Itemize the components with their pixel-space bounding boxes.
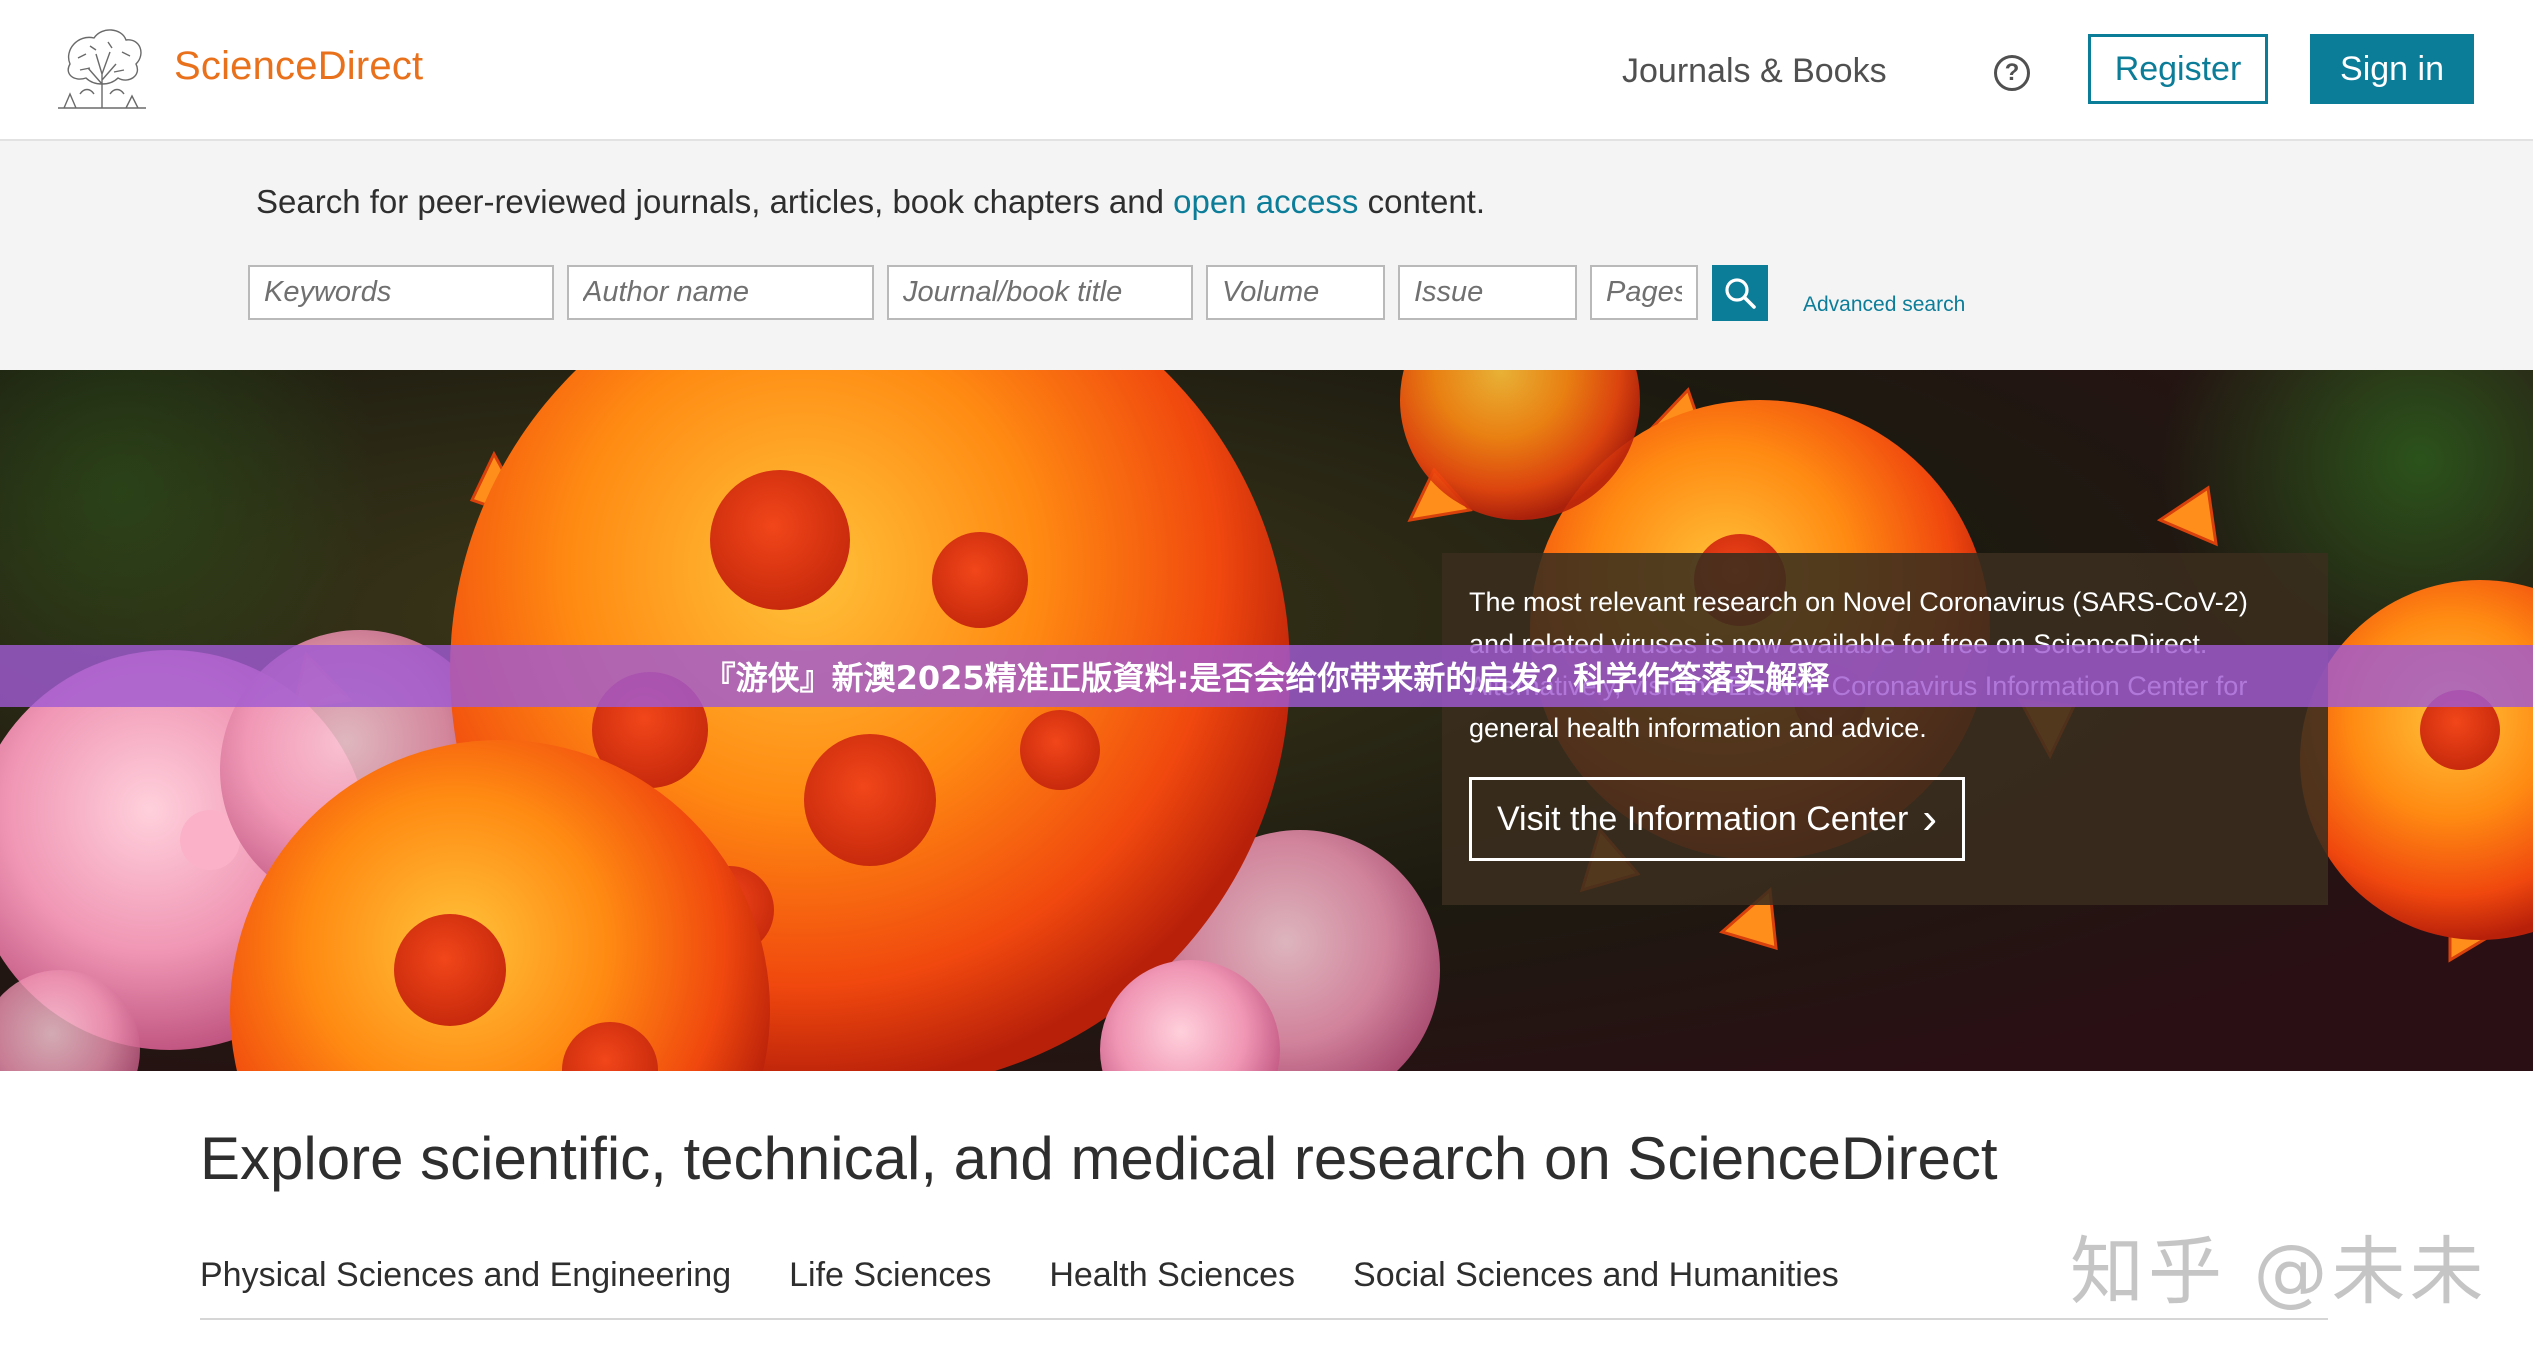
tab-life-sciences[interactable]: Life Sciences xyxy=(789,1256,991,1295)
visit-information-center-label: Visit the Information Center xyxy=(1496,799,1909,838)
open-access-link[interactable]: open access xyxy=(1173,183,1358,220)
search-submit-button[interactable] xyxy=(1712,265,1768,321)
quick-search-panel: Search for peer-reviewed journals, artic… xyxy=(0,141,2533,370)
elsevier-logo-icon[interactable] xyxy=(50,24,154,114)
tab-social-sciences[interactable]: Social Sciences and Humanities xyxy=(1353,1256,1839,1295)
journal-book-title-input[interactable] xyxy=(887,265,1193,320)
help-icon[interactable]: ? xyxy=(1994,55,2030,91)
advanced-search-link[interactable]: Advanced search xyxy=(1803,293,1965,317)
chevron-right-icon: › xyxy=(1922,794,1937,843)
explore-heading: Explore scientific, technical, and medic… xyxy=(200,1125,1998,1192)
search-intro-suffix: content. xyxy=(1358,183,1486,220)
covid-info-panel: The most relevant research on Novel Coro… xyxy=(1442,553,2328,905)
tab-physical-sciences[interactable]: Physical Sciences and Engineering xyxy=(200,1256,731,1295)
tabs-divider xyxy=(200,1318,2328,1320)
pages-input[interactable] xyxy=(1590,265,1698,320)
hero-banner: The most relevant research on Novel Coro… xyxy=(0,370,2533,1071)
visit-information-center-button[interactable]: Visit the Information Center › xyxy=(1469,777,1965,861)
keywords-input[interactable] xyxy=(248,265,554,320)
search-intro-prefix: Search for peer-reviewed journals, artic… xyxy=(256,183,1174,220)
sign-in-button[interactable]: Sign in xyxy=(2310,34,2474,104)
author-name-input[interactable] xyxy=(567,265,874,320)
subject-area-tabs: Physical Sciences and Engineering Life S… xyxy=(200,1256,1839,1295)
register-button[interactable]: Register xyxy=(2088,34,2268,104)
site-header: ScienceDirect Journals & Books ? Registe… xyxy=(0,0,2533,141)
tab-health-sciences[interactable]: Health Sciences xyxy=(1049,1256,1295,1295)
overlay-text-banner: 『游侠』新澳2025精准正版資料:是否会给你带来新的启发？科学作答落实解释 xyxy=(0,645,2533,707)
help-glyph: ? xyxy=(2004,59,2020,86)
issue-input[interactable] xyxy=(1398,265,1577,320)
brand-wordmark[interactable]: ScienceDirect xyxy=(174,44,423,89)
watermark-text: 知乎 @未未 xyxy=(2070,1229,2488,1315)
search-icon xyxy=(1725,278,1756,309)
volume-input[interactable] xyxy=(1206,265,1385,320)
search-intro-text: Search for peer-reviewed journals, artic… xyxy=(256,183,1485,221)
journals-books-link[interactable]: Journals & Books xyxy=(1622,52,1887,91)
